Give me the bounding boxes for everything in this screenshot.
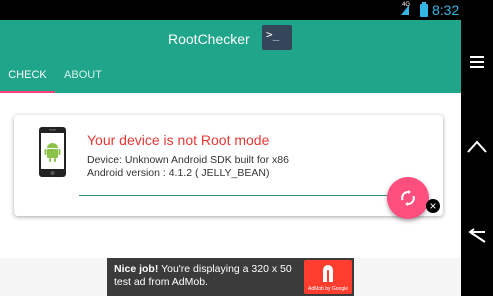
tab-bar: CHECK ABOUT [0, 58, 461, 93]
clock: 8:32 [432, 2, 460, 18]
menu-icon[interactable] [461, 46, 493, 78]
terminal-glyph: >_ [266, 28, 280, 41]
battery-icon [420, 2, 428, 17]
home-icon[interactable] [461, 130, 493, 162]
root-status-title: Your device is not Root mode [87, 132, 270, 148]
close-icon[interactable]: × [426, 199, 440, 213]
tab-about[interactable]: ABOUT [55, 58, 111, 93]
refresh-icon [401, 190, 415, 206]
ad-headline: Nice job! [114, 263, 159, 275]
tab-indicator [0, 91, 55, 93]
divider [79, 195, 399, 196]
admob-caption: AdMob by Google [307, 286, 349, 292]
app-bar: RootChecker >_ [0, 20, 461, 58]
terminal-icon[interactable]: >_ [262, 25, 292, 50]
navigation-bar [461, 0, 493, 296]
admob-icon [323, 265, 333, 282]
android-version-info: Android version : 4.1.2 ( JELLY_BEAN) [87, 167, 270, 179]
refresh-button[interactable] [387, 177, 429, 219]
phone-icon [39, 127, 66, 177]
status-bar: 4G 8:32 [0, 0, 461, 20]
tab-check[interactable]: CHECK [0, 58, 55, 93]
app-title: RootChecker [168, 31, 250, 47]
admob-logo: AdMob by Google [304, 260, 352, 294]
back-icon[interactable] [461, 220, 493, 252]
network-type: 4G [402, 2, 411, 8]
root-status-card: Your device is not Root mode Device: Unk… [14, 115, 443, 219]
device-info: Device: Unknown Android SDK built for x8… [87, 154, 289, 166]
ad-text: Nice job! You're displaying a 320 x 50 t… [114, 263, 304, 289]
ad-banner[interactable]: Nice job! You're displaying a 320 x 50 t… [107, 258, 354, 296]
